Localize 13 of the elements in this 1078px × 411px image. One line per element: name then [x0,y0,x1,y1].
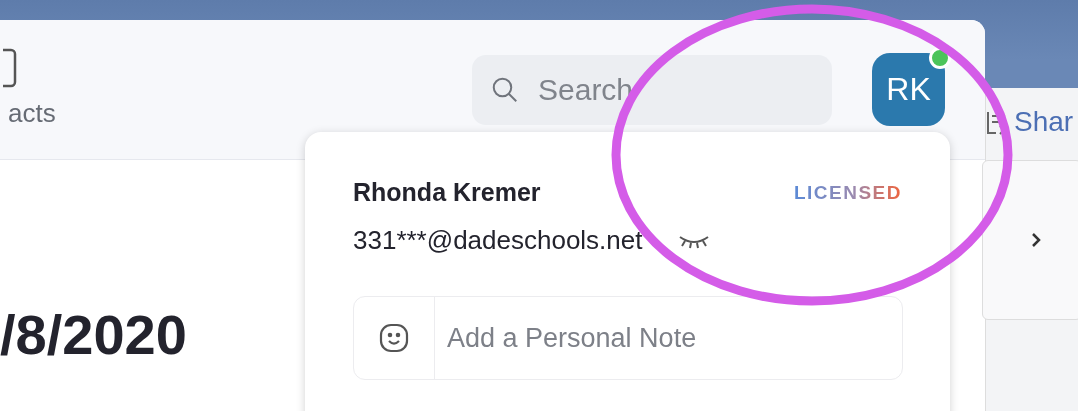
smiley-icon[interactable] [378,322,410,354]
nav-label[interactable]: acts [8,98,56,129]
search-icon [490,75,520,105]
share-button[interactable]: Shar [986,106,1078,138]
personal-note-input[interactable]: Add a Personal Note [445,321,849,355]
user-email: 331***@dadeschools.net [353,225,643,256]
personal-note-field[interactable]: Add a Personal Note [353,296,903,380]
user-name: Rhonda Kremer [353,178,541,207]
search-input[interactable]: Search [536,72,780,108]
chevron-right-icon[interactable] [1031,232,1041,248]
search-box[interactable]: Search [472,55,832,125]
date-heading: /8/2020 [0,302,187,367]
user-avatar[interactable]: RK [872,53,945,126]
